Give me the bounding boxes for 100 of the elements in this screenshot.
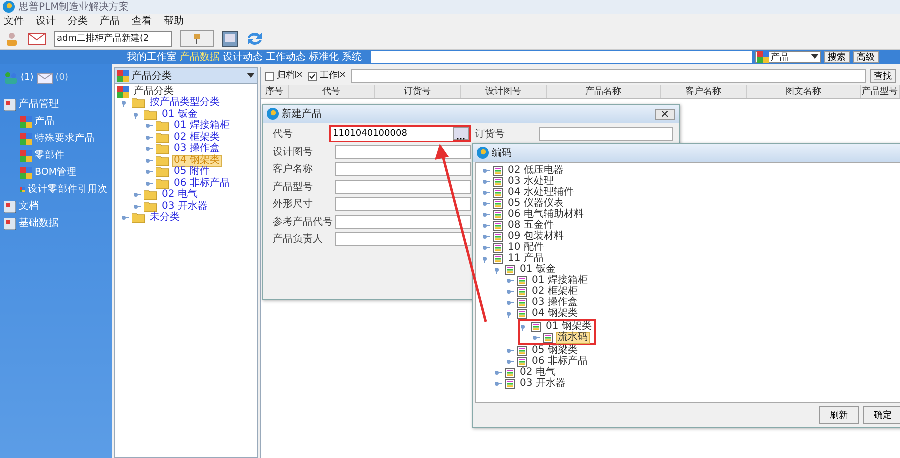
tree-item[interactable]: 09 包装材料 [506, 230, 566, 242]
expand-icon[interactable] [145, 180, 153, 188]
column-header[interactable]: 序号 [261, 85, 289, 98]
expand-icon[interactable] [506, 298, 514, 306]
tree-item[interactable]: 03 操作盒 [530, 296, 580, 308]
tree-item[interactable]: 01 钣金 [518, 264, 558, 276]
input-field[interactable] [335, 144, 471, 158]
tree-item[interactable]: 06 电气辅助材料 [506, 208, 586, 220]
collapse-icon[interactable] [494, 266, 502, 274]
tree-item[interactable]: 产品分类 [132, 86, 176, 98]
nav-link[interactable]: 工作动态 [266, 50, 306, 64]
pin-button[interactable] [180, 30, 214, 47]
dialog-button[interactable]: 确定 [863, 406, 900, 424]
tree-item[interactable]: 11 产品 [506, 252, 546, 264]
input-field[interactable] [335, 214, 471, 228]
expand-icon[interactable] [532, 334, 540, 342]
screen-icon[interactable] [222, 30, 238, 46]
mail-icon[interactable] [36, 72, 53, 84]
mail-icon[interactable] [28, 32, 46, 44]
expand-icon[interactable] [506, 346, 514, 354]
tree-item[interactable]: 06 非标产品 [530, 356, 590, 368]
sidebar-section[interactable]: 产品管理 [19, 98, 59, 112]
menu-item[interactable]: 文件 [4, 14, 24, 28]
expand-icon[interactable] [482, 166, 490, 174]
refresh-icon[interactable] [246, 30, 264, 46]
browse-button[interactable] [453, 127, 469, 140]
dialog-button[interactable]: 刷新 [819, 406, 859, 424]
tree-item[interactable]: 02 电气 [518, 366, 558, 378]
tree-item[interactable]: 01 焊接箱柜 [172, 120, 232, 132]
input-field[interactable]: 1101040100008 [331, 127, 453, 141]
input-field[interactable] [335, 162, 471, 176]
caret-icon[interactable] [247, 72, 255, 78]
input-field[interactable] [335, 197, 471, 211]
column-header[interactable]: 客户名称 [661, 85, 747, 98]
expand-icon[interactable] [482, 200, 490, 208]
tree-item[interactable]: 未分类 [148, 212, 182, 224]
expand-icon[interactable] [482, 178, 490, 186]
tree-item[interactable]: 01 钢架类 [544, 320, 594, 332]
expand-icon[interactable] [145, 134, 153, 142]
users-icon[interactable] [4, 72, 18, 84]
sidebar-item[interactable]: 零部件 [35, 149, 65, 163]
collapse-icon[interactable] [121, 99, 129, 108]
expand-icon[interactable] [506, 288, 514, 296]
input-field[interactable] [335, 232, 471, 246]
nav-link[interactable]: 系统 [342, 50, 362, 64]
tree-item[interactable]: 08 五金件 [506, 220, 556, 232]
tree-item[interactable]: 03 开水器 [518, 378, 568, 390]
tree-item[interactable]: 05 仪器仪表 [506, 198, 566, 210]
expand-icon[interactable] [494, 380, 502, 388]
user-icon[interactable] [4, 30, 20, 46]
close-button[interactable] [655, 108, 675, 120]
tree-item[interactable]: 流水码 [556, 332, 590, 344]
search-button[interactable]: 搜索 [824, 51, 850, 63]
sidebar-item[interactable]: 产品 [35, 115, 55, 129]
search-field[interactable] [371, 51, 752, 63]
expand-icon[interactable] [482, 244, 490, 252]
sidebar-item[interactable]: 特殊要求产品 [35, 132, 95, 146]
collapse-icon[interactable] [520, 322, 528, 330]
expand-icon[interactable] [482, 232, 490, 240]
tree-item[interactable]: 03 水处理 [506, 176, 556, 188]
tree-item[interactable]: 02 低压电器 [506, 164, 566, 176]
search-button[interactable]: 高级 [853, 51, 879, 63]
collapse-icon[interactable] [133, 110, 141, 119]
tree-item[interactable]: 06 非标产品 [172, 178, 232, 190]
checkbox[interactable] [308, 72, 317, 80]
column-header[interactable]: 设计图号 [461, 85, 547, 98]
collapse-icon[interactable] [482, 254, 490, 262]
tree-item[interactable]: 04 钢架类 [530, 308, 580, 320]
expand-icon[interactable] [133, 191, 141, 200]
expand-icon[interactable] [145, 122, 153, 130]
menu-item[interactable]: 产品 [100, 14, 120, 28]
nav-link[interactable]: 标准化 [309, 50, 339, 64]
expand-icon[interactable] [506, 358, 514, 366]
menu-item[interactable]: 分类 [68, 14, 88, 28]
checkbox[interactable] [265, 72, 274, 80]
input-field[interactable]: adm二排柜产品新建(2 [54, 30, 172, 46]
tree-item[interactable]: 10 配件 [506, 242, 546, 254]
nav-link[interactable]: 我的工作室 [127, 50, 177, 64]
expand-icon[interactable] [482, 188, 490, 196]
menu-item[interactable]: 查看 [132, 14, 152, 28]
expand-icon[interactable] [145, 145, 153, 154]
input-field[interactable] [335, 180, 471, 194]
expand-icon[interactable] [133, 202, 141, 211]
category-select[interactable]: 产品分类 [115, 68, 257, 84]
expand-icon[interactable] [145, 156, 153, 165]
tree-item[interactable]: 03 操作盒 [172, 143, 222, 156]
expand-icon[interactable] [121, 214, 129, 222]
tree-item[interactable]: 按产品类型分类 [148, 97, 222, 110]
column-header[interactable]: 代号 [289, 85, 375, 98]
tree-item[interactable]: 01 钣金 [160, 108, 200, 121]
nav-link[interactable]: 设计动态 [223, 50, 263, 64]
tree-item[interactable]: 02 框架柜 [530, 286, 580, 298]
expand-icon[interactable] [482, 222, 490, 230]
menu-item[interactable]: 设计 [36, 14, 56, 28]
column-header[interactable]: 产品名称 [547, 85, 661, 98]
tree-item[interactable]: 05 钢梁类 [530, 344, 580, 356]
caret-icon[interactable] [811, 54, 819, 60]
tree-item[interactable]: 01 焊接箱柜 [530, 274, 590, 286]
tree-item[interactable]: 03 开水器 [160, 200, 210, 213]
expand-icon[interactable] [145, 168, 153, 176]
